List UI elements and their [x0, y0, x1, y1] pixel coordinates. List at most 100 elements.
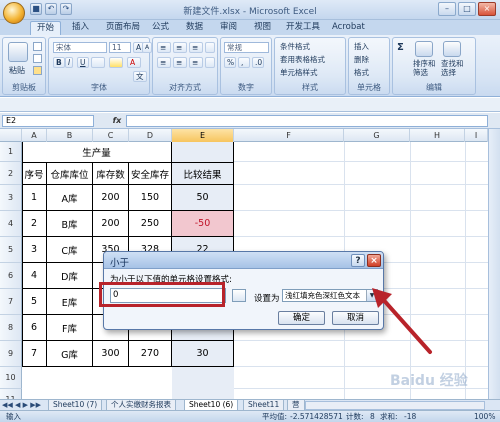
- italic-button[interactable]: I: [65, 57, 74, 68]
- data-cell[interactable]: D库: [47, 263, 93, 289]
- horizontal-scrollbar[interactable]: [305, 401, 485, 410]
- close-button[interactable]: ×: [478, 2, 496, 16]
- data-cell[interactable]: G库: [47, 341, 93, 367]
- tab-acrobat[interactable]: Acrobat: [326, 21, 371, 35]
- cut-icon[interactable]: [33, 42, 42, 51]
- row-header[interactable]: 4: [0, 211, 22, 237]
- row-header[interactable]: 3: [0, 185, 22, 211]
- range-select-icon[interactable]: [232, 289, 246, 302]
- row-header[interactable]: 11: [0, 389, 22, 399]
- data-cell[interactable]: 30: [172, 341, 234, 367]
- vertical-scrollbar[interactable]: [488, 129, 500, 399]
- merged-header-cell[interactable]: 生产量: [22, 142, 172, 162]
- data-cell[interactable]: 50: [172, 185, 234, 211]
- data-cell[interactable]: 200: [93, 185, 129, 211]
- autosum-button[interactable]: Σ: [397, 42, 404, 53]
- maximize-button[interactable]: □: [458, 2, 476, 16]
- tab-view[interactable]: 视图: [248, 21, 277, 35]
- column-header[interactable]: C: [93, 129, 129, 142]
- data-cell[interactable]: 5: [22, 289, 47, 315]
- format-painter-icon[interactable]: [33, 66, 42, 75]
- bold-button[interactable]: B: [53, 57, 65, 68]
- underline-button[interactable]: U: [77, 57, 89, 68]
- dialog-help-button[interactable]: ?: [351, 254, 365, 267]
- cell-styles-button[interactable]: 单元格样式: [278, 68, 342, 79]
- tab-page-layout[interactable]: 页面布局: [100, 21, 146, 35]
- row-header[interactable]: 7: [0, 289, 22, 315]
- merge-icon[interactable]: [205, 57, 215, 68]
- data-cell[interactable]: 200: [93, 211, 129, 237]
- comma-icon[interactable]: .0: [252, 57, 264, 68]
- data-cell[interactable]: F库: [47, 315, 93, 341]
- zoom-level[interactable]: 100%: [474, 411, 495, 422]
- data-cell[interactable]: -50: [172, 211, 234, 237]
- column-header[interactable]: G: [344, 129, 410, 142]
- column-header[interactable]: B: [47, 129, 93, 142]
- header-cell[interactable]: 仓库库位: [47, 162, 93, 185]
- currency-icon[interactable]: %: [224, 57, 236, 68]
- percent-icon[interactable]: ,: [238, 57, 250, 68]
- dialog-close-button[interactable]: ×: [367, 254, 381, 267]
- border-icon[interactable]: [91, 57, 105, 68]
- row-header[interactable]: 2: [0, 162, 22, 185]
- data-cell[interactable]: 150: [129, 185, 172, 211]
- column-header[interactable]: H: [410, 129, 465, 142]
- row-header[interactable]: 8: [0, 315, 22, 341]
- sheet-nav-icon[interactable]: ◀◀ ◀ ▶ ▶▶: [2, 401, 41, 409]
- format-select[interactable]: 浅红填充色深红色文本: [282, 289, 378, 302]
- column-header[interactable]: F: [234, 129, 344, 142]
- sort-filter-icon[interactable]: [415, 41, 433, 57]
- format-cells-button[interactable]: 格式: [352, 68, 371, 79]
- data-cell[interactable]: 270: [129, 341, 172, 367]
- cell[interactable]: [172, 142, 234, 162]
- insert-cells-button[interactable]: 插入: [352, 42, 371, 53]
- font-size-select[interactable]: 11: [109, 42, 131, 53]
- tab-formulas[interactable]: 公式: [146, 21, 175, 35]
- row-header[interactable]: 5: [0, 237, 22, 263]
- data-cell[interactable]: B库: [47, 211, 93, 237]
- align-top-icon[interactable]: ≡: [157, 42, 171, 53]
- data-cell[interactable]: 250: [129, 211, 172, 237]
- data-cell[interactable]: 4: [22, 263, 47, 289]
- row-header[interactable]: 9: [0, 341, 22, 367]
- find-select-icon[interactable]: [443, 41, 461, 57]
- column-header[interactable]: E: [172, 129, 234, 142]
- data-cell[interactable]: 7: [22, 341, 47, 367]
- tab-insert[interactable]: 插入: [66, 21, 95, 35]
- row-header[interactable]: 1: [0, 142, 22, 162]
- delete-cells-button[interactable]: 删除: [352, 55, 371, 66]
- data-cell[interactable]: E库: [47, 289, 93, 315]
- formula-input[interactable]: [126, 115, 488, 127]
- data-cell[interactable]: 6: [22, 315, 47, 341]
- align-right-icon[interactable]: ≡: [189, 57, 203, 68]
- header-cell[interactable]: 比较结果: [172, 162, 234, 185]
- conditional-formatting-button[interactable]: 条件格式: [278, 42, 342, 53]
- data-cell[interactable]: C库: [47, 237, 93, 263]
- align-center-icon[interactable]: ≡: [173, 57, 187, 68]
- data-cell[interactable]: A库: [47, 185, 93, 211]
- data-cell[interactable]: 3: [22, 237, 47, 263]
- data-cell[interactable]: 1: [22, 185, 47, 211]
- tab-review[interactable]: 审阅: [214, 21, 243, 35]
- align-bottom-icon[interactable]: ≡: [189, 42, 203, 53]
- office-button[interactable]: [3, 2, 25, 24]
- data-cell[interactable]: 300: [93, 341, 129, 367]
- column-header[interactable]: I: [465, 129, 488, 142]
- fx-icon[interactable]: fx: [110, 115, 124, 127]
- header-cell[interactable]: 序号: [22, 162, 47, 185]
- tab-developer[interactable]: 开发工具: [280, 21, 326, 35]
- align-middle-icon[interactable]: ≡: [173, 42, 187, 53]
- wrap-text-icon[interactable]: [205, 42, 215, 53]
- tab-data[interactable]: 数据: [180, 21, 209, 35]
- number-format-select[interactable]: 常规: [224, 42, 269, 53]
- phonetic-button[interactable]: 文: [133, 71, 147, 82]
- header-cell[interactable]: 安全库存: [129, 162, 172, 185]
- fill-color-icon[interactable]: [109, 57, 123, 68]
- format-as-table-button[interactable]: 套用表格格式: [278, 55, 342, 66]
- font-color-icon[interactable]: A: [127, 57, 141, 68]
- column-header[interactable]: A: [22, 129, 47, 142]
- ok-button[interactable]: 确定: [278, 311, 325, 325]
- paste-icon[interactable]: [8, 42, 28, 62]
- minimize-button[interactable]: –: [438, 2, 456, 16]
- select-all-corner[interactable]: [0, 129, 22, 142]
